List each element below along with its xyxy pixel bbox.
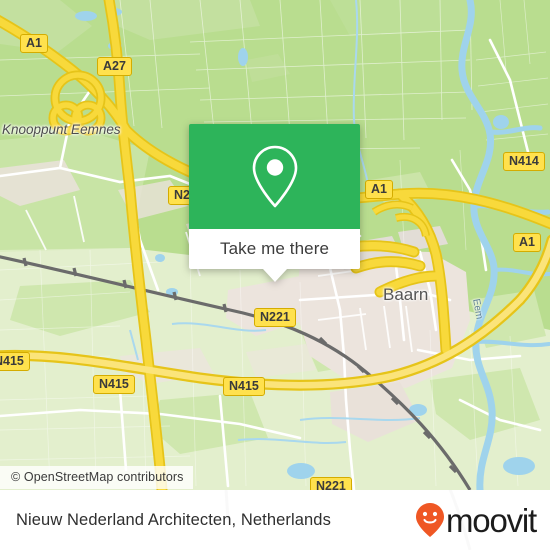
popup-header (189, 124, 360, 229)
map-marker-popup[interactable]: Take me there (189, 124, 360, 282)
road-shield-n414: N414 (503, 152, 545, 171)
moovit-logo[interactable]: moovit (415, 501, 537, 539)
place-label-baarn: Baarn (383, 285, 429, 304)
moovit-wordmark: moovit (446, 501, 537, 539)
road-shield-label: A1 (519, 235, 535, 249)
road-shield-n415-center: N415 (93, 375, 135, 394)
moovit-smiley-pin-icon (416, 503, 444, 537)
road-shield-a1-west: A1 (20, 34, 48, 53)
map-screenshot: Knooppunt Eemnes Baarn Eem A1 A27 N221 A… (0, 0, 550, 550)
road-shield-n415-west: N415 (0, 352, 30, 371)
road-shield-label: A27 (103, 59, 126, 73)
road-shield-n221-center: N221 (254, 308, 296, 327)
road-shield-label: A1 (371, 182, 387, 196)
road-shield-label: N415 (99, 377, 129, 391)
location-title: Nieuw Nederland Architecten, Netherlands (16, 510, 331, 529)
road-shield-label: N414 (509, 154, 539, 168)
map-attribution[interactable]: © OpenStreetMap contributors (0, 466, 193, 489)
road-shield-label: N415 (229, 379, 259, 393)
road-shield-a1-center: A1 (365, 180, 393, 199)
road-shield-n415-east: N415 (223, 377, 265, 396)
map-pin-icon (252, 145, 297, 207)
road-shield-n221-south: N221 (310, 477, 352, 490)
road-shield-label: N221 (260, 310, 290, 324)
road-shield-a27: A27 (97, 57, 132, 76)
road-shield-label: N221 (316, 479, 346, 490)
popup-tail (262, 269, 287, 282)
take-me-there-label: Take me there (219, 239, 330, 258)
footer-bar: Nieuw Nederland Architecten, Netherlands… (0, 490, 550, 550)
road-shield-label: A1 (26, 36, 42, 50)
road-shield-a1-east: A1 (513, 233, 541, 252)
road-shield-label: N415 (0, 354, 24, 368)
popup-action-bar[interactable]: Take me there (189, 229, 360, 282)
place-label-knooppunt-eemnes: Knooppunt Eemnes (2, 122, 121, 137)
